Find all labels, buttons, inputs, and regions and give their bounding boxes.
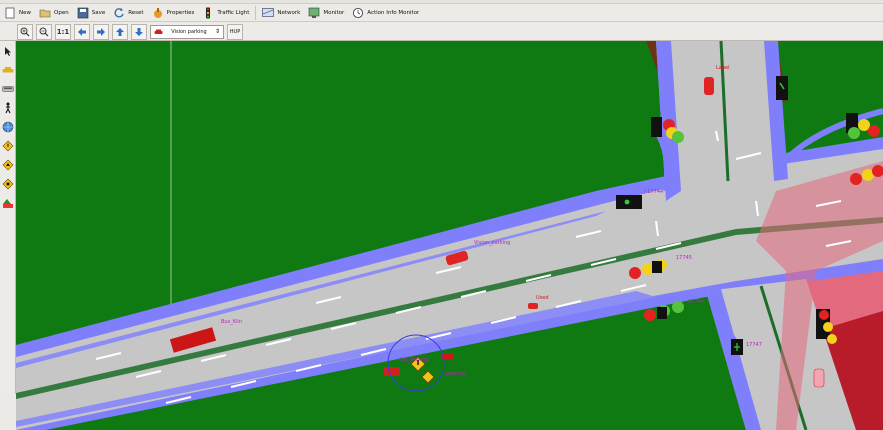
- car-tool[interactable]: [1, 63, 15, 77]
- map-label-8: Car_Parking: [399, 357, 429, 363]
- select-arrows-icon: ⇕: [214, 28, 220, 35]
- car-vehicle-4[interactable]: [384, 367, 400, 376]
- road-network-view: Label / 17744 17745 17746 Vision_parking…: [16, 41, 883, 430]
- properties-label: Properties: [166, 9, 195, 16]
- bus-tool[interactable]: [1, 82, 15, 96]
- terrain-tool[interactable]: [1, 196, 15, 210]
- monitor-button[interactable]: Monitor: [304, 5, 348, 21]
- main-toolbar: New Open Save Reset Properties Traffic L…: [0, 4, 883, 22]
- zoom-in-icon: [20, 27, 30, 36]
- globe-icon: [2, 121, 14, 133]
- toolbar-separator: [255, 5, 257, 20]
- pan-down-button[interactable]: [131, 23, 147, 40]
- save-label: Save: [91, 9, 106, 16]
- action-info-monitor-label: Action Info Monitor: [367, 9, 420, 16]
- traffic-light-group-2[interactable]: [776, 76, 788, 100]
- new-label: New: [19, 9, 31, 16]
- hup-button[interactable]: HUP: [227, 23, 243, 40]
- arrow-left-icon: [78, 27, 86, 36]
- reset-button[interactable]: Reset: [109, 5, 147, 21]
- monitor-icon: [308, 7, 320, 19]
- pan-up-button[interactable]: [112, 23, 128, 40]
- open-label: Open: [54, 9, 69, 16]
- map-label-9: parking: [446, 371, 465, 377]
- map-label-10: 17747: [746, 342, 762, 348]
- warning-sign-icon: [2, 140, 14, 152]
- network-label: Network: [277, 9, 301, 16]
- zoom-reset-button[interactable]: 1:1: [55, 23, 71, 40]
- car-vehicle-3[interactable]: [704, 77, 714, 95]
- monitor-label: Monitor: [323, 9, 345, 16]
- map-label-6: Used: [536, 295, 549, 301]
- pointer-icon: [5, 47, 11, 56]
- globe-tool[interactable]: [1, 120, 15, 134]
- traffic-light-icon: [202, 7, 214, 19]
- map-label-1: Label: [716, 65, 730, 71]
- road-sign-tool[interactable]: [1, 177, 15, 191]
- hazard-sign-icon: [2, 159, 14, 171]
- arrow-down-icon: [135, 27, 143, 36]
- zoom-in-button[interactable]: [17, 23, 33, 40]
- new-button[interactable]: New: [0, 5, 35, 21]
- vehicle-type-select[interactable]: Vision parking ⇕: [150, 24, 224, 39]
- action-info-monitor-button[interactable]: Action Info Monitor: [348, 5, 423, 21]
- new-file-icon: [4, 7, 16, 19]
- map-label-4: 17746: [688, 299, 704, 305]
- bus-icon: [2, 86, 14, 92]
- simulation-canvas[interactable]: Label / 17744 17745 17746 Vision_parking…: [16, 41, 883, 430]
- save-button[interactable]: Save: [73, 5, 110, 21]
- zoom-out-button[interactable]: [36, 23, 52, 40]
- map-label-7: Bus_Kiln: [221, 319, 242, 325]
- refresh-icon: [113, 7, 125, 19]
- zoom-out-icon: [39, 27, 49, 36]
- pedestrian-signal[interactable]: [731, 339, 743, 355]
- select-tool[interactable]: [1, 44, 15, 58]
- pedestrian-tool[interactable]: [1, 101, 15, 115]
- warning-sign-tool[interactable]: [1, 139, 15, 153]
- reset-label: Reset: [128, 9, 144, 16]
- car-icon: [154, 29, 163, 34]
- properties-button[interactable]: Properties: [148, 5, 199, 21]
- arrow-up-icon: [116, 27, 124, 36]
- traffic-light-button[interactable]: Traffic Light: [198, 5, 253, 21]
- open-folder-icon: [39, 7, 51, 19]
- traffic-light-group-4[interactable]: [616, 195, 642, 209]
- hup-label: HUP: [229, 28, 241, 35]
- view-toolbar: 1:1 Vision parking ⇕ HUP: [0, 23, 883, 41]
- pan-right-button[interactable]: [93, 23, 109, 40]
- pan-left-button[interactable]: [74, 23, 90, 40]
- vehicle-type-value: Vision parking: [171, 28, 207, 35]
- car-vehicle-2[interactable]: [528, 303, 538, 309]
- arrow-right-icon: [97, 27, 105, 36]
- map-label-3: 17745: [676, 255, 692, 261]
- clock-icon: [352, 7, 364, 19]
- map-label-2: / 17744: [644, 189, 663, 195]
- save-disk-icon: [77, 7, 89, 19]
- pedestrian-icon: [5, 102, 11, 114]
- open-button[interactable]: Open: [35, 5, 73, 21]
- properties-icon: [152, 7, 164, 19]
- traffic-light-label: Traffic Light: [217, 9, 250, 16]
- terrain-icon: [3, 199, 13, 208]
- map-label-5: Vision_parking: [474, 240, 510, 246]
- network-icon: [262, 7, 275, 19]
- car-icon: [2, 67, 14, 73]
- road-sign-icon: [2, 178, 14, 190]
- network-button[interactable]: Network: [258, 5, 304, 21]
- hazard-sign-tool[interactable]: [1, 158, 15, 172]
- car-vehicle-5[interactable]: [813, 368, 825, 388]
- zoom-reset-label: 1:1: [56, 27, 70, 36]
- left-tool-palette: [0, 41, 16, 394]
